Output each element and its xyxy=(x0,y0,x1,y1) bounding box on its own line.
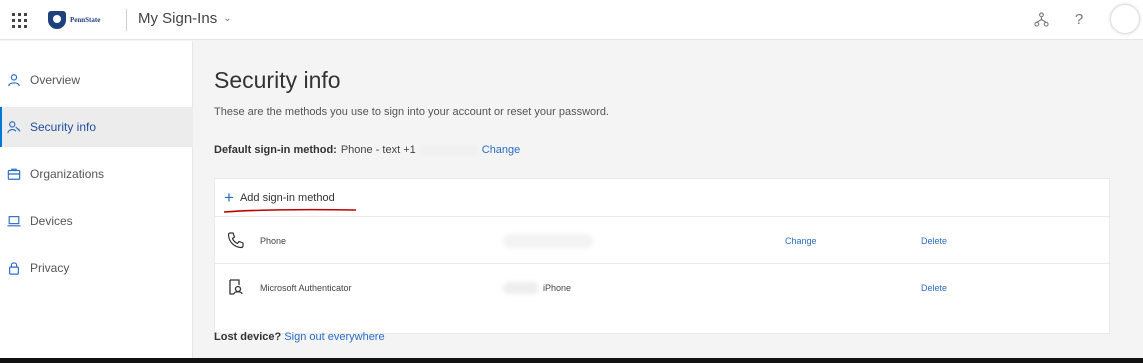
main-content: Security info These are the methods you … xyxy=(194,41,1143,358)
redacted-device-name xyxy=(503,282,539,294)
method-detail xyxy=(503,233,593,248)
security-info-icon xyxy=(6,119,22,135)
method-row-phone: Phone Change Delete xyxy=(215,218,1111,264)
sign-out-everywhere-link[interactable]: Sign out everywhere xyxy=(284,331,384,343)
person-icon xyxy=(6,72,22,88)
sidebar: Overview Security info Organizations Dev… xyxy=(0,41,193,358)
sidebar-item-label: Devices xyxy=(30,214,73,228)
sidebar-item-devices[interactable]: Devices xyxy=(0,201,193,241)
add-method-label: Add sign-in method xyxy=(239,191,335,204)
method-name: Microsoft Authenticator xyxy=(260,283,352,293)
app-launcher-icon[interactable] xyxy=(10,11,28,29)
lost-device-label: Lost device? xyxy=(214,331,282,343)
lock-icon xyxy=(6,260,22,276)
briefcase-icon xyxy=(6,166,22,182)
top-bar: PennState My Sign-Ins ⌄ ? xyxy=(0,0,1143,40)
help-label: ? xyxy=(1074,10,1084,28)
sidebar-item-label: Organizations xyxy=(30,167,105,181)
default-sign-in-method: Default sign-in method: Phone - text +1 … xyxy=(214,144,520,156)
sidebar-item-label: Overview xyxy=(30,73,81,87)
sidebar-item-label: Security info xyxy=(30,120,97,134)
sidebar-item-privacy[interactable]: Privacy xyxy=(0,248,193,288)
page-title: Security info xyxy=(214,67,341,93)
redacted-phone-number xyxy=(419,145,478,155)
delete-method-link[interactable]: Delete xyxy=(921,283,947,293)
plus-icon: + xyxy=(224,188,234,207)
org-chart-icon[interactable] xyxy=(1030,8,1052,30)
default-method-label: Default sign-in method: xyxy=(214,144,337,156)
sidebar-item-organizations[interactable]: Organizations xyxy=(0,154,193,194)
shield-logo-icon xyxy=(48,11,66,29)
app-title: My Sign-Ins xyxy=(138,10,218,27)
logo-text: PennState xyxy=(70,16,101,24)
laptop-icon xyxy=(6,213,22,229)
redacted-phone-detail xyxy=(503,233,593,248)
method-detail: iPhone xyxy=(503,282,571,294)
change-method-link[interactable]: Change xyxy=(785,236,817,246)
methods-card: + Add sign-in method Phone Change Delete xyxy=(214,178,1111,334)
avatar[interactable] xyxy=(1110,4,1140,34)
change-default-method-link[interactable]: Change xyxy=(482,144,521,156)
red-underline-annotation xyxy=(223,208,357,213)
sidebar-item-security-info[interactable]: Security info xyxy=(0,107,193,147)
app-title-menu[interactable]: My Sign-Ins ⌄ xyxy=(138,10,232,27)
device-type: iPhone xyxy=(543,283,572,293)
sidebar-item-overview[interactable]: Overview xyxy=(0,60,193,100)
method-row-authenticator: Microsoft Authenticator iPhone Delete xyxy=(215,265,1111,311)
help-icon[interactable]: ? xyxy=(1068,8,1090,30)
page-description: These are the methods you use to sign in… xyxy=(214,106,609,118)
header-divider xyxy=(126,9,127,31)
chevron-down-icon: ⌄ xyxy=(223,13,232,24)
delete-method-link[interactable]: Delete xyxy=(921,236,947,246)
phone-icon xyxy=(227,231,247,251)
bottom-edge xyxy=(0,358,1143,363)
authenticator-icon xyxy=(227,278,247,298)
default-method-value: Phone - text +1 xyxy=(340,144,416,156)
sidebar-item-label: Privacy xyxy=(30,261,70,275)
organization-logo[interactable]: PennState xyxy=(48,10,100,30)
lost-device-section: Lost device? Sign out everywhere xyxy=(214,331,385,343)
method-name: Phone xyxy=(260,235,287,246)
